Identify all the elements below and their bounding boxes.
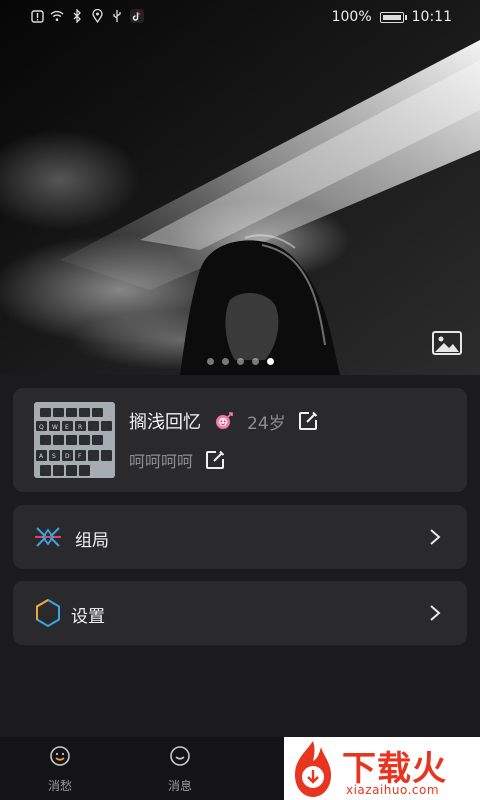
edit-name-icon[interactable] xyxy=(298,411,318,431)
watermark-banner: 下载火 xiazaihuo.com xyxy=(284,737,480,800)
svg-text:R: R xyxy=(78,424,82,431)
group-event-icon xyxy=(35,527,61,547)
usb-icon xyxy=(110,9,124,23)
location-icon xyxy=(90,9,104,23)
edit-signature-icon[interactable] xyxy=(205,450,225,470)
svg-text:Q: Q xyxy=(39,424,44,431)
flame-logo-icon xyxy=(295,741,331,797)
chevron-right-icon xyxy=(430,529,441,545)
message-icon xyxy=(170,746,190,766)
carousel-dot-active xyxy=(266,358,274,365)
chevron-right-icon xyxy=(430,605,441,621)
user-age: 24岁 xyxy=(247,413,286,434)
status-bar: 100% 10:11 xyxy=(0,0,480,36)
wifi-icon xyxy=(50,9,64,23)
menu-item-settings[interactable]: 设置 xyxy=(13,581,467,645)
svg-text:F: F xyxy=(78,453,82,460)
clock: 10:11 xyxy=(411,9,452,25)
carousel-dot xyxy=(236,358,244,365)
svg-text:E: E xyxy=(65,424,69,431)
carousel-dot xyxy=(206,358,214,365)
status-right: 100% 10:11 xyxy=(332,9,452,25)
female-icon xyxy=(216,412,233,429)
svg-text:S: S xyxy=(52,453,56,460)
user-signature: 呵呵呵呵 xyxy=(129,452,194,471)
profile-card[interactable]: QWER ASDF 搁浅回忆 24岁 呵呵呵呵 xyxy=(13,388,467,492)
battery-percent: 100% xyxy=(331,9,372,25)
svg-text:W: W xyxy=(52,424,58,431)
profile-cover-carousel[interactable]: 100% 10:11 xyxy=(0,0,480,375)
nav-label-xiaochou: 消愁 xyxy=(47,779,72,793)
watermark-subtitle: xiazaihuo.com xyxy=(346,783,440,797)
smile-face-icon xyxy=(50,746,70,766)
status-icons xyxy=(30,9,144,23)
carousel-dot xyxy=(221,358,229,365)
profile-signature-row: 呵呵呵呵 xyxy=(129,448,225,472)
profile-name-row: 搁浅回忆 24岁 xyxy=(129,408,318,434)
menu-label-settings: 设置 xyxy=(71,607,105,627)
menu-label-group-event: 组局 xyxy=(75,531,109,551)
avatar[interactable]: QWER ASDF xyxy=(34,402,115,478)
tiktok-icon xyxy=(130,9,144,23)
image-icon[interactable] xyxy=(432,331,462,355)
alert-icon xyxy=(30,9,44,23)
nav-tab-messages[interactable]: 消息 xyxy=(150,745,210,794)
carousel-indicator xyxy=(0,358,480,365)
nav-tab-xiaochou[interactable]: 消愁 xyxy=(30,745,90,794)
nav-label-messages: 消息 xyxy=(167,779,192,793)
svg-text:D: D xyxy=(65,453,70,460)
bluetooth-icon xyxy=(70,9,84,23)
cover-photo xyxy=(0,0,480,375)
carousel-dot xyxy=(251,358,259,365)
battery-icon xyxy=(379,11,407,23)
menu-item-group-event[interactable]: 组局 xyxy=(13,505,467,569)
user-name: 搁浅回忆 xyxy=(129,412,201,433)
hexagon-settings-icon xyxy=(36,598,60,628)
